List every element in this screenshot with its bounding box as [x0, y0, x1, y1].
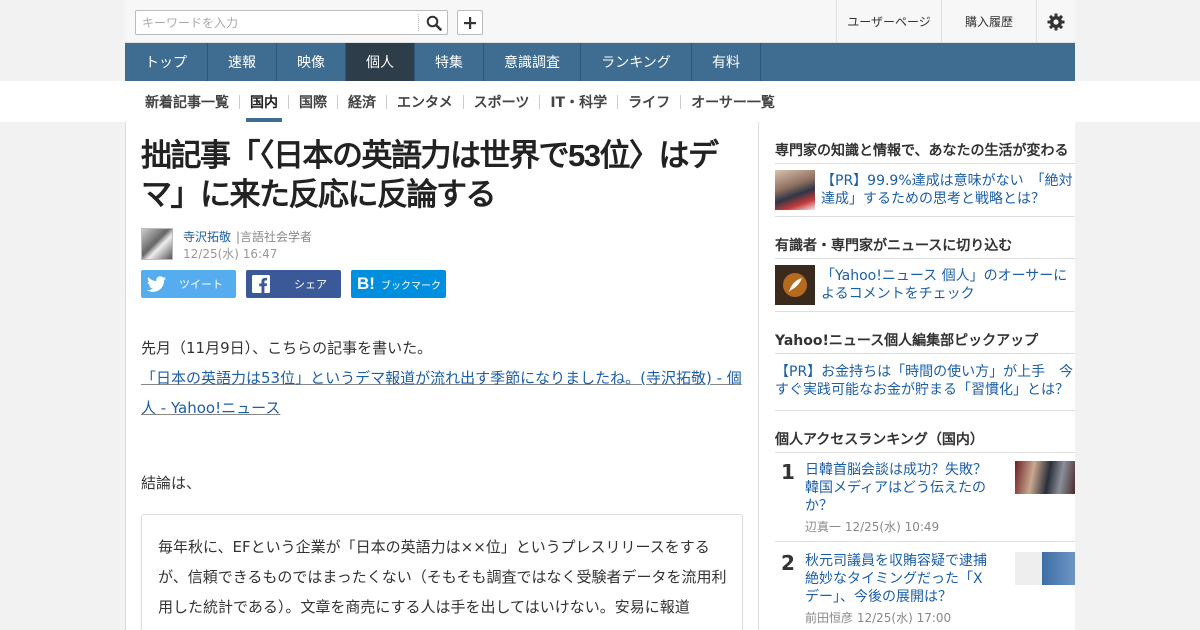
- nav-survey[interactable]: 意識調査: [484, 43, 581, 81]
- sidebar-section-title: 専門家の知識と情報で、あなたの生活が変わる: [775, 143, 1069, 159]
- subnav-sports[interactable]: スポーツ: [464, 81, 540, 122]
- quote-box: 毎年秋に、EFという企業が「日本の英語力は××位」というプレスリリースをするが、…: [141, 514, 743, 630]
- article: 拙記事「〈日本の英語力は世界で53位〉はデマ」に来た反応に反論する 寺沢拓敬 |…: [125, 122, 759, 630]
- share-buttons: ツイート シェア B! ブックマーク: [141, 270, 456, 298]
- subnav-it-science[interactable]: IT・科学: [540, 81, 617, 122]
- author-title: |言語社会学者: [236, 230, 313, 244]
- article-date: 12/25(水) 16:47: [183, 247, 278, 261]
- nav-ranking[interactable]: ランキング: [581, 43, 692, 81]
- subnav-authors[interactable]: オーサー一覧: [681, 81, 785, 122]
- sidebar: 専門家の知識と情報で、あなたの生活が変わる 【PR】99.9%達成は意味がない …: [759, 122, 1075, 630]
- comment-thumbnail[interactable]: [775, 265, 815, 305]
- facebook-share-button[interactable]: シェア: [246, 270, 341, 298]
- nav-individual[interactable]: 個人: [346, 43, 415, 81]
- facebook-share-label: シェア: [294, 278, 327, 291]
- search-box: [135, 10, 448, 35]
- hatena-bookmark-button[interactable]: B! ブックマーク: [351, 270, 446, 298]
- header-links: ユーザーページ 購入履歴: [836, 0, 1075, 43]
- subnav-economy[interactable]: 経済: [338, 81, 386, 122]
- search-button[interactable]: [422, 12, 446, 33]
- search-icon: [426, 15, 442, 31]
- subnav-entertainment[interactable]: エンタメ: [387, 81, 463, 122]
- author-avatar[interactable]: [141, 228, 173, 260]
- rank-number: 1: [781, 460, 795, 484]
- purchase-history-link[interactable]: 購入履歴: [941, 0, 1036, 43]
- ranking-item-link[interactable]: 日韓首脳会談は成功？失敗？韓国メディアはどう伝えたのか？: [805, 461, 995, 515]
- divider: [775, 452, 1075, 453]
- nav-paid[interactable]: 有料: [692, 43, 761, 81]
- nav-video[interactable]: 映像: [277, 43, 346, 81]
- ranking-item-meta: 前田恒彦 12/25(水) 17:00: [805, 611, 952, 625]
- ranking-thumbnail[interactable]: [1015, 552, 1075, 585]
- pickup-link[interactable]: 【PR】お金持ちは「時間の使い方」が上手 今すぐ実践可能なお金が貯まる「習慣化」…: [775, 363, 1075, 399]
- nav-features[interactable]: 特集: [415, 43, 484, 81]
- tweet-label: ツイート: [179, 278, 223, 291]
- divider: [775, 216, 1075, 217]
- plus-icon: [464, 16, 476, 29]
- divider: [775, 163, 1075, 164]
- article-paragraph: 先月（11月9日）、こちらの記事を書いた。: [141, 339, 433, 357]
- top-bar: ユーザーページ 購入履歴: [125, 0, 1075, 43]
- search-divider: [418, 14, 419, 31]
- rank-number: 2: [781, 551, 795, 575]
- article-paragraph: 結論は、: [141, 474, 202, 492]
- sidebar-section-title: Yahoo!ニュース個人編集部ピックアップ: [775, 333, 1039, 349]
- feather-icon: [783, 273, 807, 297]
- facebook-icon: [252, 275, 270, 293]
- pr-link[interactable]: 【PR】99.9%達成は意味がない 「絶対達成」するための思考と戦略とは？: [821, 172, 1075, 208]
- tweet-button[interactable]: ツイート: [141, 270, 236, 298]
- article-title: 拙記事「〈日本の英語力は世界で53位〉はデマ」に来た反応に反論する: [141, 138, 719, 212]
- add-button[interactable]: [457, 10, 483, 35]
- ranking-title: 個人アクセスランキング（国内）: [775, 432, 984, 448]
- divider: [775, 258, 1075, 259]
- twitter-icon: [147, 276, 166, 292]
- author-name[interactable]: 寺沢拓敬: [183, 228, 231, 245]
- sub-nav: 新着記事一覧 国内 国際 経済 エンタメ スポーツ IT・科学 ライフ オーサー…: [0, 81, 1200, 122]
- divider: [775, 410, 1075, 411]
- settings-button[interactable]: [1036, 0, 1075, 43]
- quote-text: 毎年秋に、EFという企業が「日本の英語力は××位」というプレスリリースをするが、…: [158, 538, 727, 616]
- pr-thumbnail[interactable]: [775, 170, 815, 210]
- sidebar-section-title: 有識者・専門家がニュースに切り込む: [775, 238, 1013, 254]
- ranking-thumbnail[interactable]: [1015, 461, 1075, 494]
- nav-breaking[interactable]: 速報: [208, 43, 277, 81]
- subnav-latest[interactable]: 新着記事一覧: [135, 81, 239, 122]
- subnav-international[interactable]: 国際: [289, 81, 337, 122]
- hatena-label: ブックマーク: [380, 280, 441, 292]
- comment-link[interactable]: 「Yahoo!ニュース 個人」のオーサーによるコメントをチェック: [821, 267, 1075, 303]
- divider: [775, 311, 1075, 312]
- nav-top[interactable]: トップ: [125, 43, 208, 81]
- divider: [775, 353, 1075, 354]
- subnav-domestic[interactable]: 国内: [240, 81, 288, 122]
- hatena-icon: B!: [357, 274, 375, 293]
- referenced-article-link[interactable]: 「日本の英語力は53位」というデマ報道が流れ出す季節になりましたね。(寺沢拓敬)…: [141, 363, 751, 423]
- subnav-life[interactable]: ライフ: [618, 81, 680, 122]
- user-page-link[interactable]: ユーザーページ: [836, 0, 941, 43]
- ranking-item-link[interactable]: 秋元司議員を収賄容疑で逮捕 絶妙なタイミングだった「Xデー」、今後の展開は？: [805, 552, 1001, 606]
- gear-icon: [1047, 13, 1065, 30]
- search-input[interactable]: [138, 12, 416, 33]
- main-nav: トップ 速報 映像 個人 特集 意識調査 ランキング 有料: [125, 43, 1075, 81]
- ranking-item-meta: 辺真一 12/25(水) 10:49: [805, 520, 940, 534]
- divider: [775, 541, 1075, 542]
